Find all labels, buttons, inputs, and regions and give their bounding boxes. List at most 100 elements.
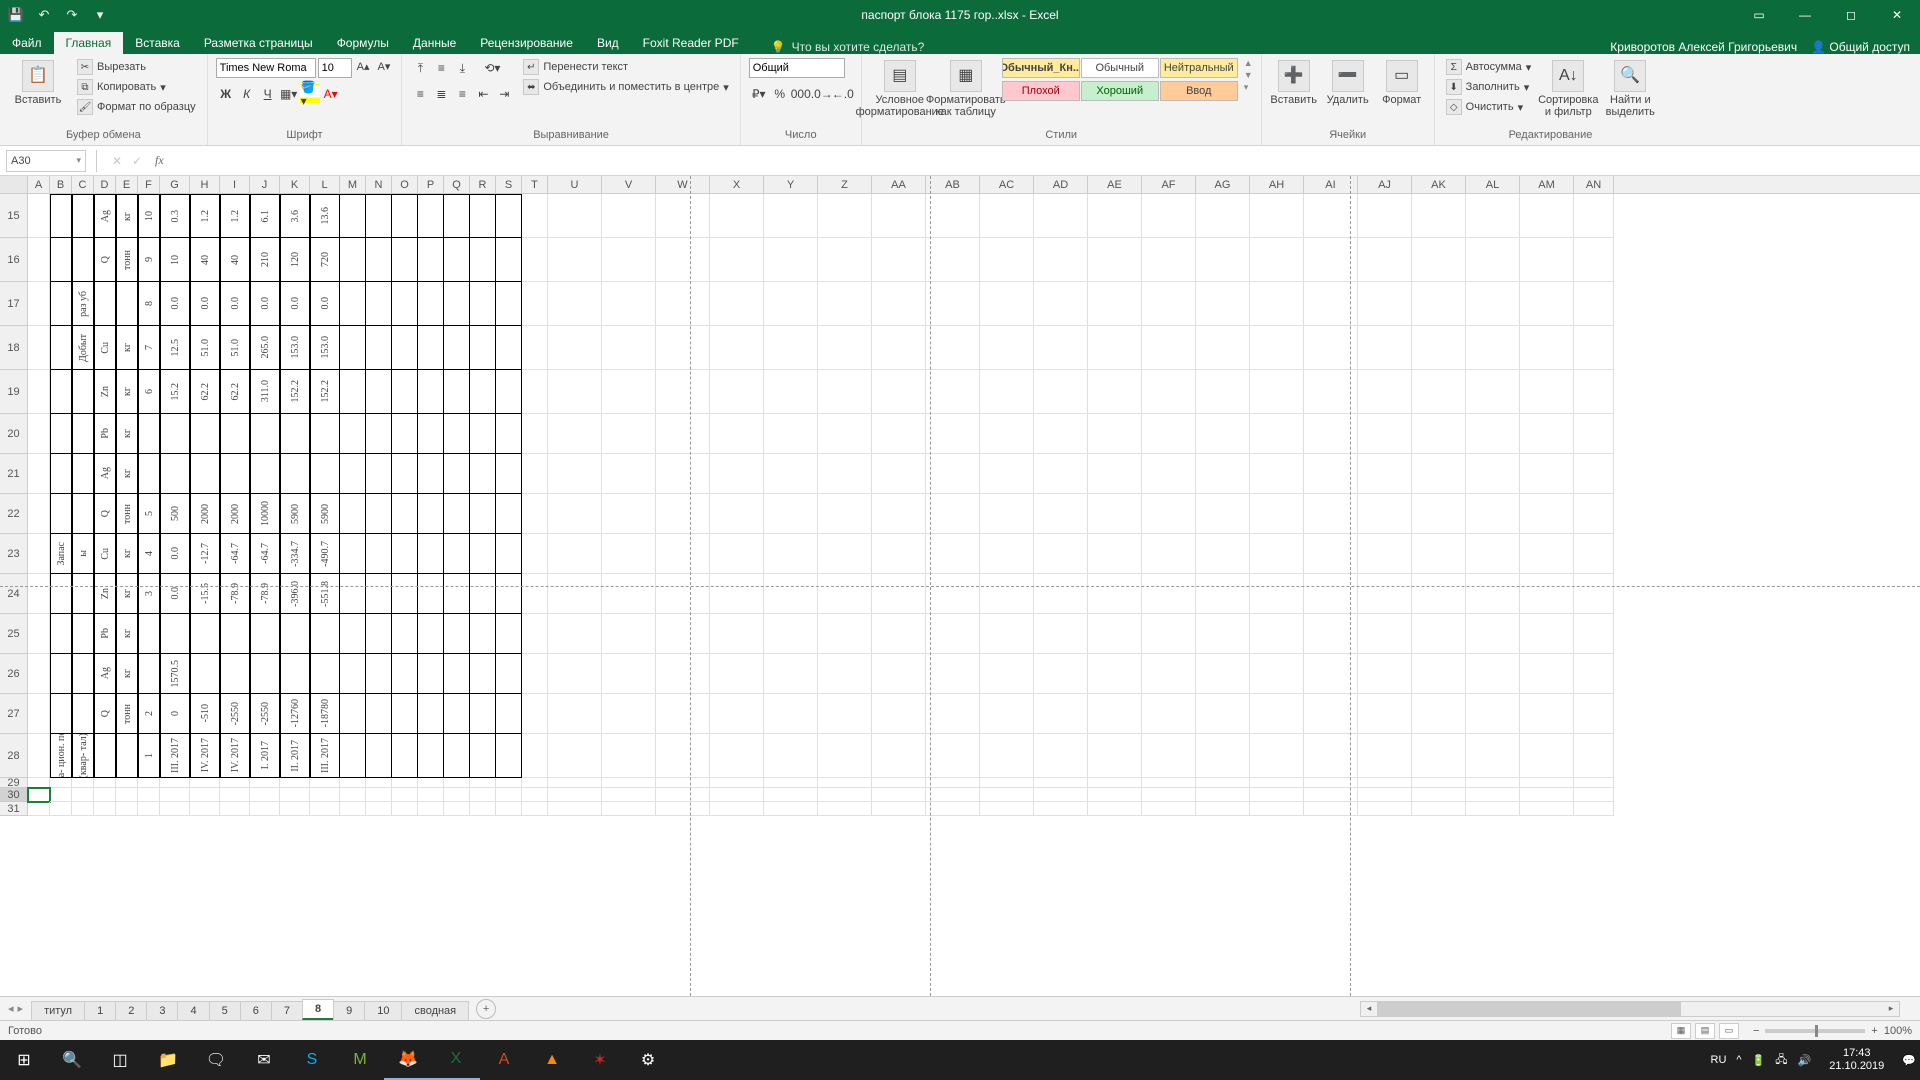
cell-AM23[interactable] [1520,534,1574,574]
cell-AN15[interactable] [1574,194,1614,238]
cell-C19[interactable] [72,370,94,414]
cell-J28[interactable]: I. 2017 [250,734,280,778]
cell-B22[interactable] [50,494,72,534]
cell-AD19[interactable] [1034,370,1088,414]
col-header-P[interactable]: P [418,176,444,193]
decrease-font-icon[interactable]: A▾ [375,58,394,78]
sheet-tab-сводная[interactable]: сводная [401,1001,469,1020]
col-header-AM[interactable]: AM [1520,176,1574,193]
cell-K19[interactable]: 152.2 [280,370,310,414]
col-header-V[interactable]: V [602,176,656,193]
row-header-20[interactable]: 20 [0,414,28,454]
cell-AN23[interactable] [1574,534,1614,574]
cell-K26[interactable] [280,654,310,694]
cell-Y20[interactable] [764,414,818,454]
cell-W27[interactable] [656,694,710,734]
cell-D31[interactable] [94,802,116,816]
cell-I25[interactable] [220,614,250,654]
cell-AC25[interactable] [980,614,1034,654]
cell-J25[interactable] [250,614,280,654]
style-neutral[interactable]: Нейтральный [1160,58,1238,78]
cell-X22[interactable] [710,494,764,534]
cell-R18[interactable] [470,326,496,370]
cell-E16[interactable]: тонн [116,238,138,282]
cell-R24[interactable] [470,574,496,614]
app-icon-1[interactable]: 🗨 [192,1040,240,1080]
cell-D15[interactable]: Ag [94,194,116,238]
cell-AB27[interactable] [926,694,980,734]
cell-U25[interactable] [548,614,602,654]
sheet-tab-10[interactable]: 10 [364,1001,402,1020]
cell-J21[interactable] [250,454,280,494]
cell-AC23[interactable] [980,534,1034,574]
cell-A21[interactable] [28,454,50,494]
cell-AM29[interactable] [1520,778,1574,788]
new-sheet-button[interactable]: + [476,999,496,1019]
cell-A23[interactable] [28,534,50,574]
row-header-27[interactable]: 27 [0,694,28,734]
cell-Z15[interactable] [818,194,872,238]
cell-W19[interactable] [656,370,710,414]
cell-AE19[interactable] [1088,370,1142,414]
cell-N25[interactable] [366,614,392,654]
cell-AJ25[interactable] [1358,614,1412,654]
cell-AE16[interactable] [1088,238,1142,282]
cell-H19[interactable]: 62.2 [190,370,220,414]
cell-I24[interactable]: -78.9 [220,574,250,614]
col-header-D[interactable]: D [94,176,116,193]
cell-G17[interactable]: 0.0 [160,282,190,326]
close-icon[interactable]: ✕ [1874,0,1920,30]
cancel-formula-icon[interactable]: ✕ [107,154,127,168]
cell-J19[interactable]: 311.0 [250,370,280,414]
styles-up-icon[interactable]: ▲ [1244,58,1253,68]
cell-Y24[interactable] [764,574,818,614]
cell-AC20[interactable] [980,414,1034,454]
sheet-tab-6[interactable]: 6 [240,1001,272,1020]
cell-AE30[interactable] [1088,788,1142,802]
cell-AE29[interactable] [1088,778,1142,788]
cell-AJ29[interactable] [1358,778,1412,788]
zoom-out-icon[interactable]: − [1753,1025,1759,1037]
cell-F28[interactable]: 1 [138,734,160,778]
cell-M21[interactable] [340,454,366,494]
row-header-16[interactable]: 16 [0,238,28,282]
cell-U17[interactable] [548,282,602,326]
cell-Q19[interactable] [444,370,470,414]
cell-Q21[interactable] [444,454,470,494]
cell-AE17[interactable] [1088,282,1142,326]
cell-J30[interactable] [250,788,280,802]
cell-I29[interactable] [220,778,250,788]
col-header-K[interactable]: K [280,176,310,193]
cell-G28[interactable]: III. 2017 [160,734,190,778]
cell-H16[interactable]: 40 [190,238,220,282]
cell-V17[interactable] [602,282,656,326]
sheet-tab-4[interactable]: 4 [177,1001,209,1020]
paste-button[interactable]: 📋Вставить [8,58,68,108]
cell-AD29[interactable] [1034,778,1088,788]
number-format-combo[interactable] [749,58,845,78]
cell-Z31[interactable] [818,802,872,816]
currency-icon[interactable]: ₽▾ [749,84,769,104]
cell-A26[interactable] [28,654,50,694]
cell-E15[interactable]: кг [116,194,138,238]
cell-Z21[interactable] [818,454,872,494]
cell-AM17[interactable] [1520,282,1574,326]
cell-AF30[interactable] [1142,788,1196,802]
cell-R19[interactable] [470,370,496,414]
cell-E17[interactable] [116,282,138,326]
cell-AF22[interactable] [1142,494,1196,534]
cell-AE18[interactable] [1088,326,1142,370]
cell-AF21[interactable] [1142,454,1196,494]
cell-E31[interactable] [116,802,138,816]
cell-Q25[interactable] [444,614,470,654]
cell-G26[interactable]: 1570.5 [160,654,190,694]
cell-E27[interactable]: тонн [116,694,138,734]
cell-X28[interactable] [710,734,764,778]
cell-AM20[interactable] [1520,414,1574,454]
cell-N27[interactable] [366,694,392,734]
cell-V26[interactable] [602,654,656,694]
cell-AD30[interactable] [1034,788,1088,802]
cell-AN24[interactable] [1574,574,1614,614]
cell-J15[interactable]: 6.1 [250,194,280,238]
cell-I20[interactable] [220,414,250,454]
